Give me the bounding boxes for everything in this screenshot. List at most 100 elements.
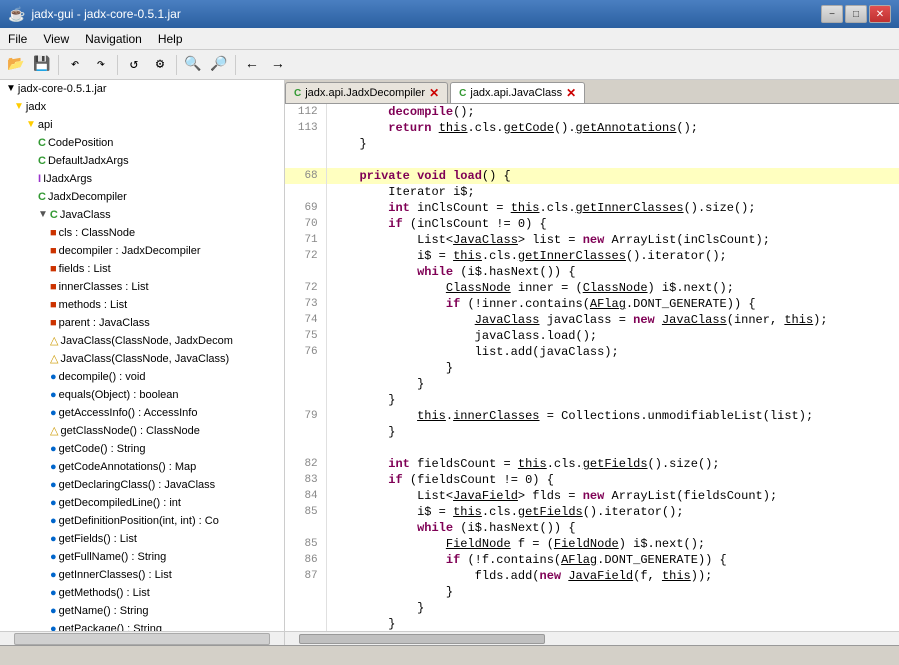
tree-JadxDecompiler[interactable]: C JadxDecompiler [0,188,284,206]
tab1-close-button[interactable]: ✕ [429,86,439,100]
code-line-while2: while (i$.hasNext()) { [285,520,899,536]
code-line-73: 73 if (!inner.contains(AFlag.DONT_GENERA… [285,296,899,312]
code-content: Iterator i$; [326,184,899,200]
nav-forward-button[interactable]: → [266,53,290,77]
tab2-close-button[interactable]: ✕ [566,86,576,100]
method-icon: △ [50,423,58,439]
tree-method-getAccessInfo[interactable]: ● getAccessInfo() : AccessInfo [0,404,284,422]
code-line-70: 70 if (inClsCount != 0) { [285,216,899,232]
tree-item-label: getDefinitionPosition(int, int) : Co [59,513,219,529]
method-icon: ● [50,549,57,565]
tree-method-decompile[interactable]: ● decompile() : void [0,368,284,386]
tree-item-label: getAccessInfo() : AccessInfo [59,405,198,421]
search-button[interactable]: 🔍 [181,53,205,77]
class-icon: C [38,153,46,169]
tree-field-methods[interactable]: ■ methods : List [0,296,284,314]
tree-method-getFields[interactable]: ● getFields() : List [0,530,284,548]
tree-method-equals[interactable]: ● equals(Object) : boolean [0,386,284,404]
expand-icon: ▼ [38,207,48,223]
method-icon: ● [50,603,57,619]
tree-method-getClassNode[interactable]: △ getClassNode() : ClassNode [0,422,284,440]
nav-back-button[interactable]: ← [240,53,264,77]
code-content: } [326,136,899,152]
tree-root-label: jadx-core-0.5.1.jar [18,81,107,97]
code-content: if (!f.contains(AFlag.DONT_GENERATE)) { [326,552,899,568]
tree-method-getDecompiledLine[interactable]: ● getDecompiledLine() : int [0,494,284,512]
tree-item-label: decompile() : void [59,369,146,385]
menu-help[interactable]: Help [150,30,191,48]
tree-method-getMethods[interactable]: ● getMethods() : List [0,584,284,602]
tree-jadx[interactable]: ▼ jadx [0,98,284,116]
field-icon: ■ [50,243,57,259]
code-line-brace3: } [285,376,899,392]
code-content: FieldNode f = (FieldNode) i$.next(); [326,536,899,552]
close-button[interactable]: ✕ [869,5,891,23]
tree-item-label: JavaClass [60,207,111,223]
tree-item-label: getFields() : List [59,531,137,547]
menu-view[interactable]: View [35,30,77,48]
tree-method-getCode[interactable]: ● getCode() : String [0,440,284,458]
tree-field-fields[interactable]: ■ fields : List [0,260,284,278]
tree-JavaClass[interactable]: ▼ C JavaClass [0,206,284,224]
code-line-iter: Iterator i$; [285,184,899,200]
line-num [285,136,326,152]
method-icon: ● [50,567,57,583]
tree-root[interactable]: ▼ jadx-core-0.5.1.jar [0,80,284,98]
tree-hscroll[interactable] [0,631,284,645]
tree-method-getName[interactable]: ● getName() : String [0,602,284,620]
code-line-brace7: } [285,600,899,616]
code-content: JavaClass javaClass = new JavaClass(inne… [326,312,899,328]
tree-hscroll-thumb[interactable] [14,633,270,645]
menu-file[interactable]: File [0,30,35,48]
tab-jadx-decompiler[interactable]: C jadx.api.JadxDecompiler ✕ [285,82,448,103]
collapse-icon: ▼ [6,81,16,97]
minimize-button[interactable]: − [821,5,843,23]
code-line-brace6: } [285,584,899,600]
code-editor[interactable]: 112 decompile(); 113 return this.cls.get… [285,104,899,631]
tree-scroll[interactable]: ▼ jadx-core-0.5.1.jar ▼ jadx ▼ api C Cod… [0,80,284,631]
method-icon: ● [50,477,57,493]
maximize-button[interactable]: □ [845,5,867,23]
code-hscroll[interactable] [285,631,899,645]
menu-navigation[interactable]: Navigation [77,30,150,48]
class-icon: C [38,189,46,205]
tree-method-getDeclaringClass[interactable]: ● getDeclaringClass() : JavaClass [0,476,284,494]
toolbar-separator-3 [176,55,177,75]
line-num [285,584,326,600]
interface-icon: I [38,171,41,187]
tree-field-cls[interactable]: ■ cls : ClassNode [0,224,284,242]
find-button[interactable]: 🔎 [207,53,231,77]
save-button[interactable]: 💾 [30,53,54,77]
code-content: } [326,424,899,440]
tree-method-getDefinitionPosition[interactable]: ● getDefinitionPosition(int, int) : Co [0,512,284,530]
code-line-75: 75 javaClass.load(); [285,328,899,344]
tree-api[interactable]: ▼ api [0,116,284,134]
tree-method-JavaClass2[interactable]: △ JavaClass(ClassNode, JavaClass) [0,350,284,368]
tree-CodePosition[interactable]: C CodePosition [0,134,284,152]
tree-item-label: JadxDecompiler [48,189,127,205]
tree-method-getFullName[interactable]: ● getFullName() : String [0,548,284,566]
code-line-84: 84 List<JavaField> flds = new ArrayList(… [285,488,899,504]
tree-method-getInnerClasses[interactable]: ● getInnerClasses() : List [0,566,284,584]
line-num: 83 [285,472,326,488]
code-line-68: 68 private void load() { [285,168,899,184]
tree-field-decompiler[interactable]: ■ decompiler : JadxDecompiler [0,242,284,260]
code-line-brace4: } [285,392,899,408]
back-button[interactable]: ↶ [63,53,87,77]
forward-button[interactable]: ↷ [89,53,113,77]
tree-DefaultJadxArgs[interactable]: C DefaultJadxArgs [0,152,284,170]
tree-IJadxArgs[interactable]: I IJadxArgs [0,170,284,188]
tree-method-getCodeAnnotations[interactable]: ● getCodeAnnotations() : Map [0,458,284,476]
tree-field-parent[interactable]: ■ parent : JavaClass [0,314,284,332]
tree-field-innerClasses[interactable]: ■ innerClasses : List [0,278,284,296]
tree-method-getPackage[interactable]: ● getPackage() : String [0,620,284,631]
tab-java-class[interactable]: C jadx.api.JavaClass ✕ [450,82,585,103]
open-button[interactable]: 📂 [4,53,28,77]
code-line-72b: 72 ClassNode inner = (ClassNode) i$.next… [285,280,899,296]
left-panel: ▼ jadx-core-0.5.1.jar ▼ jadx ▼ api C Cod… [0,80,285,645]
code-hscroll-thumb[interactable] [299,634,545,644]
settings-button[interactable]: ⚙ [148,53,172,77]
refresh-button[interactable]: ↺ [122,53,146,77]
tree-method-JavaClass1[interactable]: △ JavaClass(ClassNode, JadxDecom [0,332,284,350]
code-content: } [326,600,899,616]
